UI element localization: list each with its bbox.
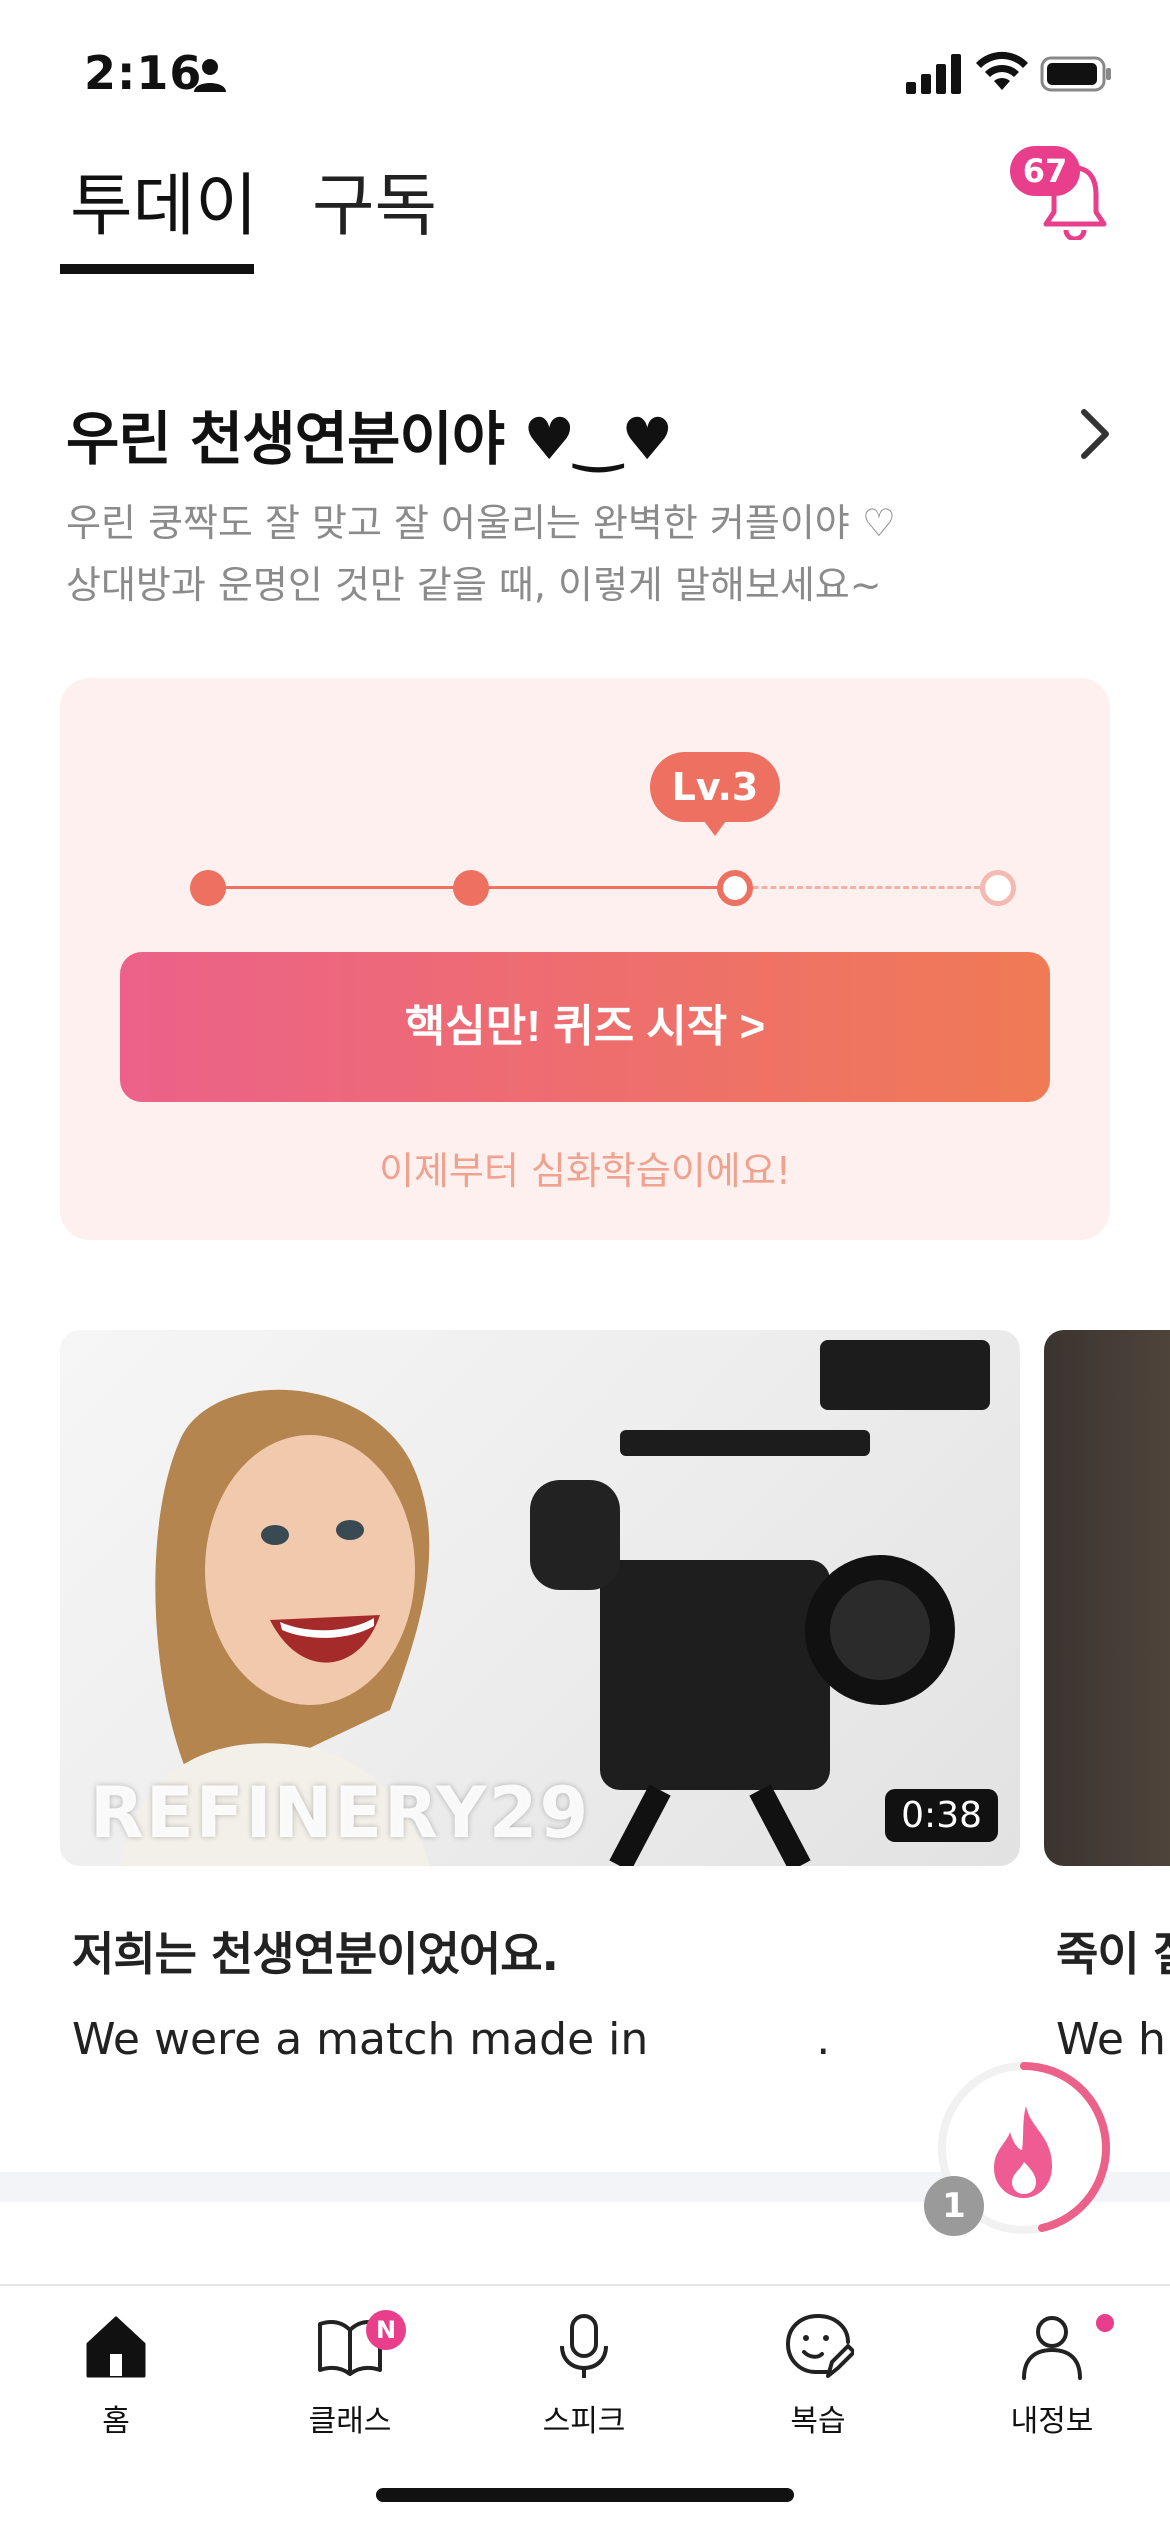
video-thumbnail[interactable]: REFINERY29 0:38 [60, 1330, 1020, 1866]
video-sentence: We hi [1056, 2014, 1170, 2060]
notification-dot [1096, 2314, 1114, 2332]
level-dot-2 [453, 870, 489, 906]
tab-today[interactable]: 투데이 [70, 150, 258, 249]
nav-speak-label: 스피크 [542, 2404, 626, 2439]
quiz-start-button[interactable]: 핵심만! 퀴즈 시작 > [120, 952, 1050, 1102]
profile-icon [1022, 2316, 1082, 2380]
active-tab-indicator [60, 264, 254, 274]
signal-icon [906, 54, 961, 94]
level-bubble: Lv.3 [650, 752, 780, 836]
video-carousel[interactable]: REFINERY29 0:38 저희는 천생연분이었어요. We were a … [0, 1330, 1170, 2060]
level-dot-3-current [717, 870, 753, 906]
notification-badge: 67 [1010, 146, 1080, 196]
level-progress-track [190, 858, 1016, 918]
home-icon [86, 2316, 146, 2378]
video-sentence: We were a match made in _______. [72, 2014, 831, 2060]
microphone-icon [560, 2314, 608, 2378]
video-card[interactable]: 죽이 잘 We hi [1044, 1330, 1170, 2060]
top-tabs: 투데이 구독 [0, 150, 1170, 280]
streak-count-badge: 1 [924, 2176, 984, 2236]
person-icon [194, 59, 226, 92]
quiz-subtext: 이제부터 심화학습이에요! [379, 1149, 791, 1193]
level-card: Lv.3 핵심만! 퀴즈 시작 > 이제부터 심화학습이에요! [60, 678, 1110, 1240]
wifi-icon [976, 51, 1028, 90]
nav-review[interactable]: 복습 [738, 2310, 898, 2470]
new-badge: N [366, 2310, 406, 2350]
video-title[interactable]: 저희는 천생연분이었어요. [72, 1918, 1020, 1984]
video-brand: REFINERY29 [90, 1772, 591, 1854]
nav-profile-label: 내정보 [1010, 2404, 1094, 2439]
video-duration: 0:38 [885, 1789, 998, 1842]
nav-home[interactable]: 홈 [36, 2310, 196, 2470]
tab-subscribe[interactable]: 구독 [312, 150, 437, 249]
section-description: 우린 쿵짝도 잘 맞고 잘 어울리는 완벽한 커플이야 ♡ 상대방과 운명인 것… [66, 492, 1066, 616]
notification-button[interactable]: 67 [1010, 146, 1110, 248]
home-indicator [376, 2488, 794, 2502]
nav-speak[interactable]: 스피크 [504, 2310, 664, 2470]
nav-review-label: 복습 [790, 2404, 846, 2439]
video-card[interactable]: REFINERY29 0:38 저희는 천생연분이었어요. We were a … [60, 1330, 1020, 2060]
video-title[interactable]: 죽이 잘 [1056, 1918, 1170, 1984]
nav-class[interactable]: N 클래스 [270, 2310, 430, 2470]
level-dot-4 [980, 870, 1016, 906]
review-icon [785, 2314, 854, 2378]
battery-icon [1040, 56, 1111, 92]
nav-profile[interactable]: 내정보 [972, 2310, 1132, 2470]
nav-class-label: 클래스 [308, 2404, 392, 2439]
status-bar: 2:16 [0, 0, 1170, 150]
description-line-1: 우린 쿵짝도 잘 맞고 잘 어울리는 완벽한 커플이야 ♡ [66, 501, 896, 545]
video-thumbnail[interactable] [1044, 1330, 1170, 1866]
chevron-right-icon[interactable] [1074, 406, 1114, 462]
description-line-2: 상대방과 운명인 것만 같을 때, 이렇게 말해보세요~ [66, 563, 882, 607]
level-dot-1 [190, 870, 226, 906]
status-time: 2:16 [84, 46, 203, 100]
section-title[interactable]: 우린 천생연분이야 ♥‿♥ [66, 392, 673, 476]
progress-line-remaining [735, 886, 980, 889]
nav-home-label: 홈 [102, 2404, 130, 2439]
